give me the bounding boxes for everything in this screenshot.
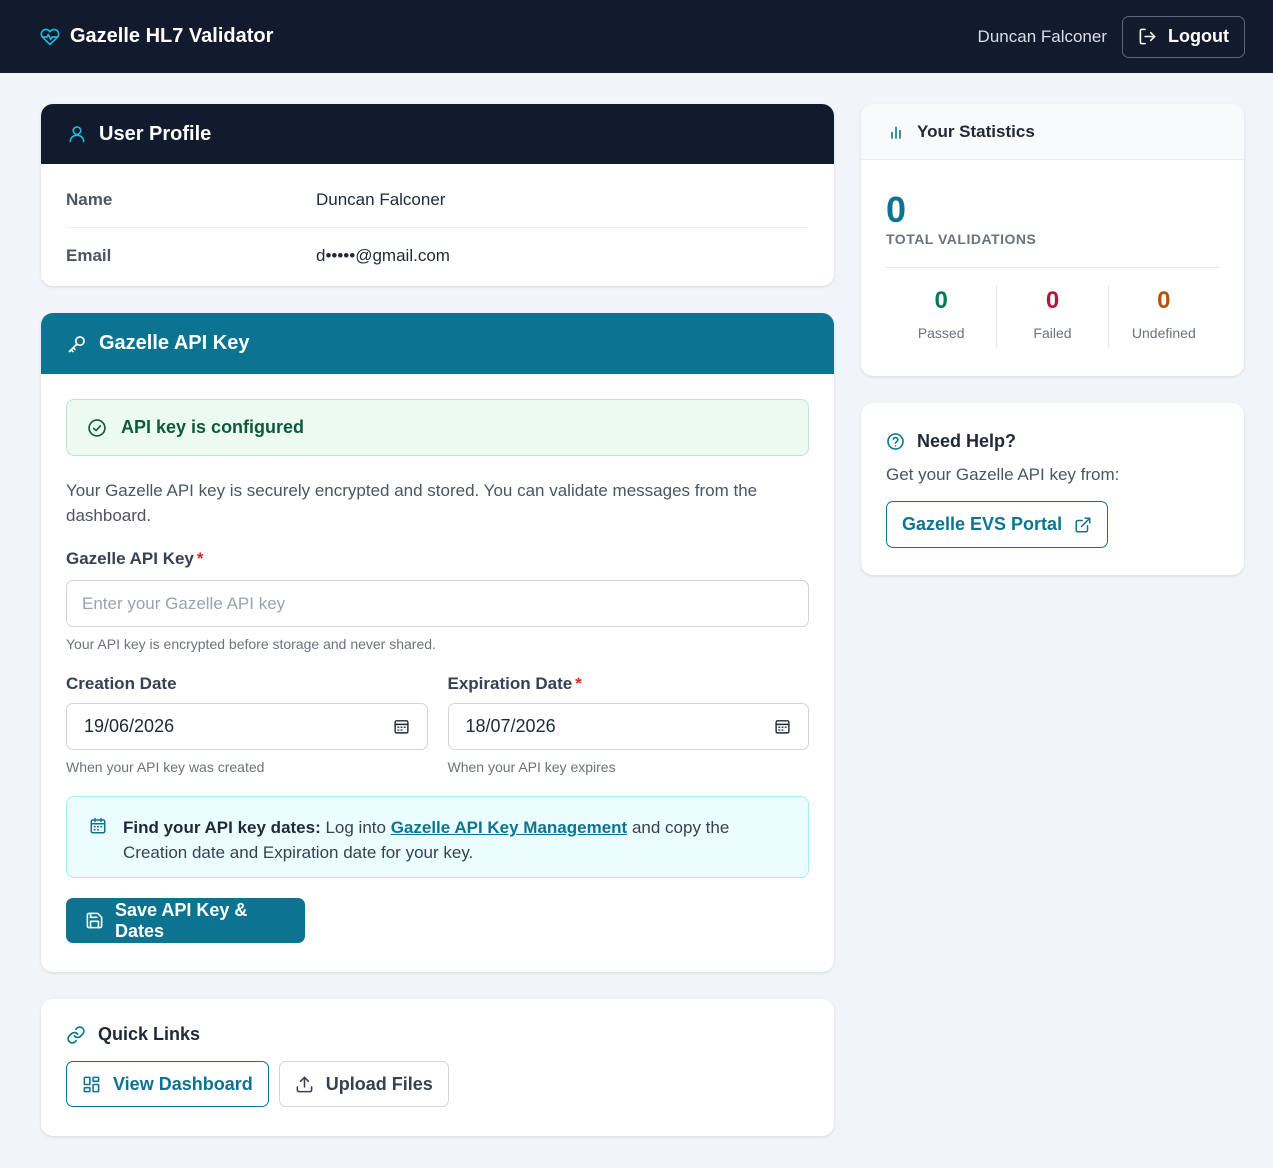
api-key-header: Gazelle API Key	[41, 313, 834, 374]
upload-files-button[interactable]: Upload Files	[278, 1061, 449, 1107]
stats-divider	[886, 267, 1219, 268]
help-card: Need Help? Get your Gazelle API key from…	[861, 403, 1244, 575]
total-validations-count: 0	[886, 189, 907, 230]
api-key-field-label: Gazelle API Key *	[66, 549, 809, 569]
logout-label: Logout	[1168, 26, 1229, 46]
quick-links-card: Quick Links View Dashboard Upload Files	[41, 999, 834, 1136]
expiration-date-helper: When your API key expires	[447, 759, 616, 775]
expiration-date-label-text: Expiration Date	[447, 674, 573, 693]
heart-pulse-icon	[40, 27, 60, 47]
passed-count: 0	[934, 287, 948, 314]
calendar-icon[interactable]	[774, 718, 791, 735]
user-profile-header: User Profile	[41, 104, 834, 164]
profile-row-name: Name Duncan Falconer	[66, 172, 809, 228]
external-link-icon	[1074, 516, 1092, 534]
api-key-dates-info-text: Find your API key dates: Log into Gazell…	[123, 815, 786, 877]
view-dashboard-label: View Dashboard	[113, 1073, 253, 1094]
help-text: Get your Gazelle API key from:	[886, 465, 1120, 484]
profile-row-email: Email d•••••@gmail.com	[66, 228, 809, 284]
calendar-icon[interactable]	[393, 718, 410, 735]
calendar-icon	[89, 815, 107, 877]
evs-portal-label: Gazelle EVS Portal	[902, 514, 1063, 534]
stat-passed: 0 Passed	[886, 286, 996, 348]
expiration-date-label: Expiration Date *	[448, 674, 810, 694]
profile-email-value: d•••••@gmail.com	[316, 246, 450, 265]
expiration-date-group: Expiration Date * 18/07/2026 When your AP…	[447, 674, 810, 775]
passed-label: Passed	[917, 325, 965, 341]
api-key-management-link[interactable]: Gazelle API Key Management	[391, 818, 628, 837]
user-profile-title: User Profile	[99, 122, 212, 145]
creation-date-input[interactable]: 19/06/2026	[66, 703, 428, 750]
help-circle-icon	[886, 432, 905, 451]
api-key-helper: Your API key is encrypted before storage…	[66, 636, 436, 652]
nav-user-name: Duncan Falconer	[977, 26, 1108, 46]
profile-name-value: Duncan Falconer	[316, 189, 446, 209]
statistics-card: Your Statistics 0 TOTAL VALIDATIONS 0 Pa…	[861, 104, 1244, 376]
api-key-title: Gazelle API Key	[99, 332, 250, 354]
expiration-date-input[interactable]: 18/07/2026	[447, 703, 809, 750]
api-key-label-text: Gazelle API Key	[66, 549, 194, 568]
creation-date-value: 19/06/2026	[84, 716, 175, 736]
api-key-card: Gazelle API Key API key is configured Yo…	[41, 313, 834, 972]
undefined-count: 0	[1157, 287, 1171, 314]
upload-icon	[295, 1075, 314, 1094]
creation-date-helper: When your API key was created	[66, 759, 265, 775]
creation-date-group: Creation Date 19/06/2026 When your API k…	[66, 674, 428, 775]
info-bold-text: Find your API key dates:	[123, 818, 321, 837]
profile-name-label: Name	[66, 189, 113, 209]
save-button-label: Save API Key & Dates	[115, 899, 248, 941]
failed-label: Failed	[1033, 325, 1072, 341]
save-icon	[85, 911, 104, 930]
check-circle-icon	[87, 418, 107, 438]
link-icon	[66, 1025, 86, 1045]
upload-files-label: Upload Files	[325, 1073, 433, 1094]
stat-failed: 0 Failed	[996, 286, 1107, 348]
creation-date-label: Creation Date	[66, 674, 177, 693]
api-key-input[interactable]	[66, 580, 809, 627]
undefined-label: Undefined	[1131, 325, 1196, 341]
user-profile-card: User Profile Name Duncan Falconer Email …	[41, 104, 834, 286]
failed-count: 0	[1045, 287, 1060, 314]
statistics-header: Your Statistics	[861, 104, 1244, 160]
top-navbar: Gazelle HL7 Validator Duncan Falconer Lo…	[0, 0, 1273, 73]
api-key-status-text: API key is configured	[121, 417, 305, 437]
profile-email-label: Email	[66, 246, 112, 265]
brand[interactable]: Gazelle HL7 Validator	[40, 25, 273, 48]
quick-links-header: Quick Links	[66, 1024, 809, 1045]
logout-icon	[1138, 27, 1157, 46]
info-pre-link: Log into	[320, 818, 391, 837]
api-key-description: Your Gazelle API key is securely encrypt…	[66, 481, 758, 525]
total-validations-label: TOTAL VALIDATIONS	[886, 231, 1037, 247]
bar-chart-icon	[888, 124, 904, 140]
required-mark: *	[575, 674, 582, 693]
logout-button[interactable]: Logout	[1122, 15, 1245, 58]
key-icon	[67, 334, 87, 354]
api-key-status-alert: API key is configured	[66, 399, 809, 456]
help-title: Need Help?	[917, 431, 1017, 451]
expiration-date-value: 18/07/2026	[465, 716, 556, 736]
save-api-key-button[interactable]: Save API Key & Dates	[66, 898, 305, 943]
gazelle-evs-portal-button[interactable]: Gazelle EVS Portal	[886, 501, 1109, 548]
required-mark: *	[196, 549, 204, 568]
brand-title: Gazelle HL7 Validator	[70, 25, 274, 47]
grid-icon	[82, 1075, 101, 1094]
api-key-dates-info: Find your API key dates: Log into Gazell…	[66, 796, 809, 878]
quick-links-title: Quick Links	[98, 1024, 201, 1044]
view-dashboard-button[interactable]: View Dashboard	[66, 1061, 269, 1107]
statistics-title: Your Statistics	[917, 121, 1035, 141]
help-header: Need Help?	[886, 431, 1219, 452]
user-icon	[67, 124, 87, 144]
stat-undefined: 0 Undefined	[1107, 286, 1219, 348]
